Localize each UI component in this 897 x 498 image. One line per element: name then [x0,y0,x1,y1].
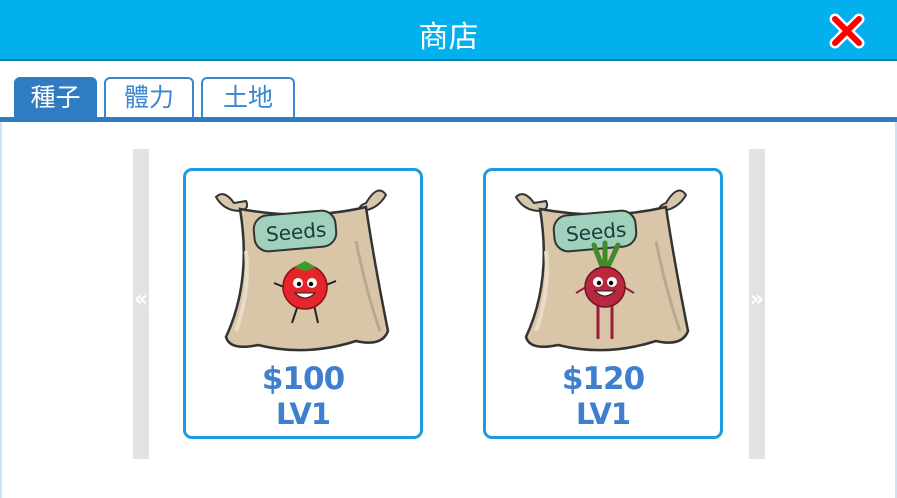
chevron-right-icon: » [749,287,765,312]
tab-underline [0,117,897,122]
item-level: LV1 [275,397,331,431]
tab-land[interactable]: 土地 [201,77,295,117]
shop-item-card[interactable]: Seeds $100 LV1 [183,168,423,439]
tab-stamina[interactable]: 體力 [104,77,194,117]
scroll-next-button[interactable]: » [749,149,765,459]
shop-item-card[interactable]: Seeds $120 LV1 [483,168,723,439]
seed-bag-icon: Seeds [214,189,390,352]
shop-header: 商店 [0,0,897,61]
close-icon [829,13,865,49]
seed-bag-icon: Seeds [514,189,690,352]
item-price: $120 [561,361,645,397]
pane-left-edge [0,122,2,498]
tab-seeds[interactable]: 種子 [14,77,97,117]
item-level: LV1 [575,397,631,431]
close-button[interactable] [828,12,866,50]
page-title: 商店 [418,20,479,55]
shop-tabs: 種子 體力 土地 [0,77,897,121]
chevron-left-icon: « [133,287,149,312]
item-price: $100 [261,361,345,397]
scroll-prev-button[interactable]: « [133,149,149,459]
